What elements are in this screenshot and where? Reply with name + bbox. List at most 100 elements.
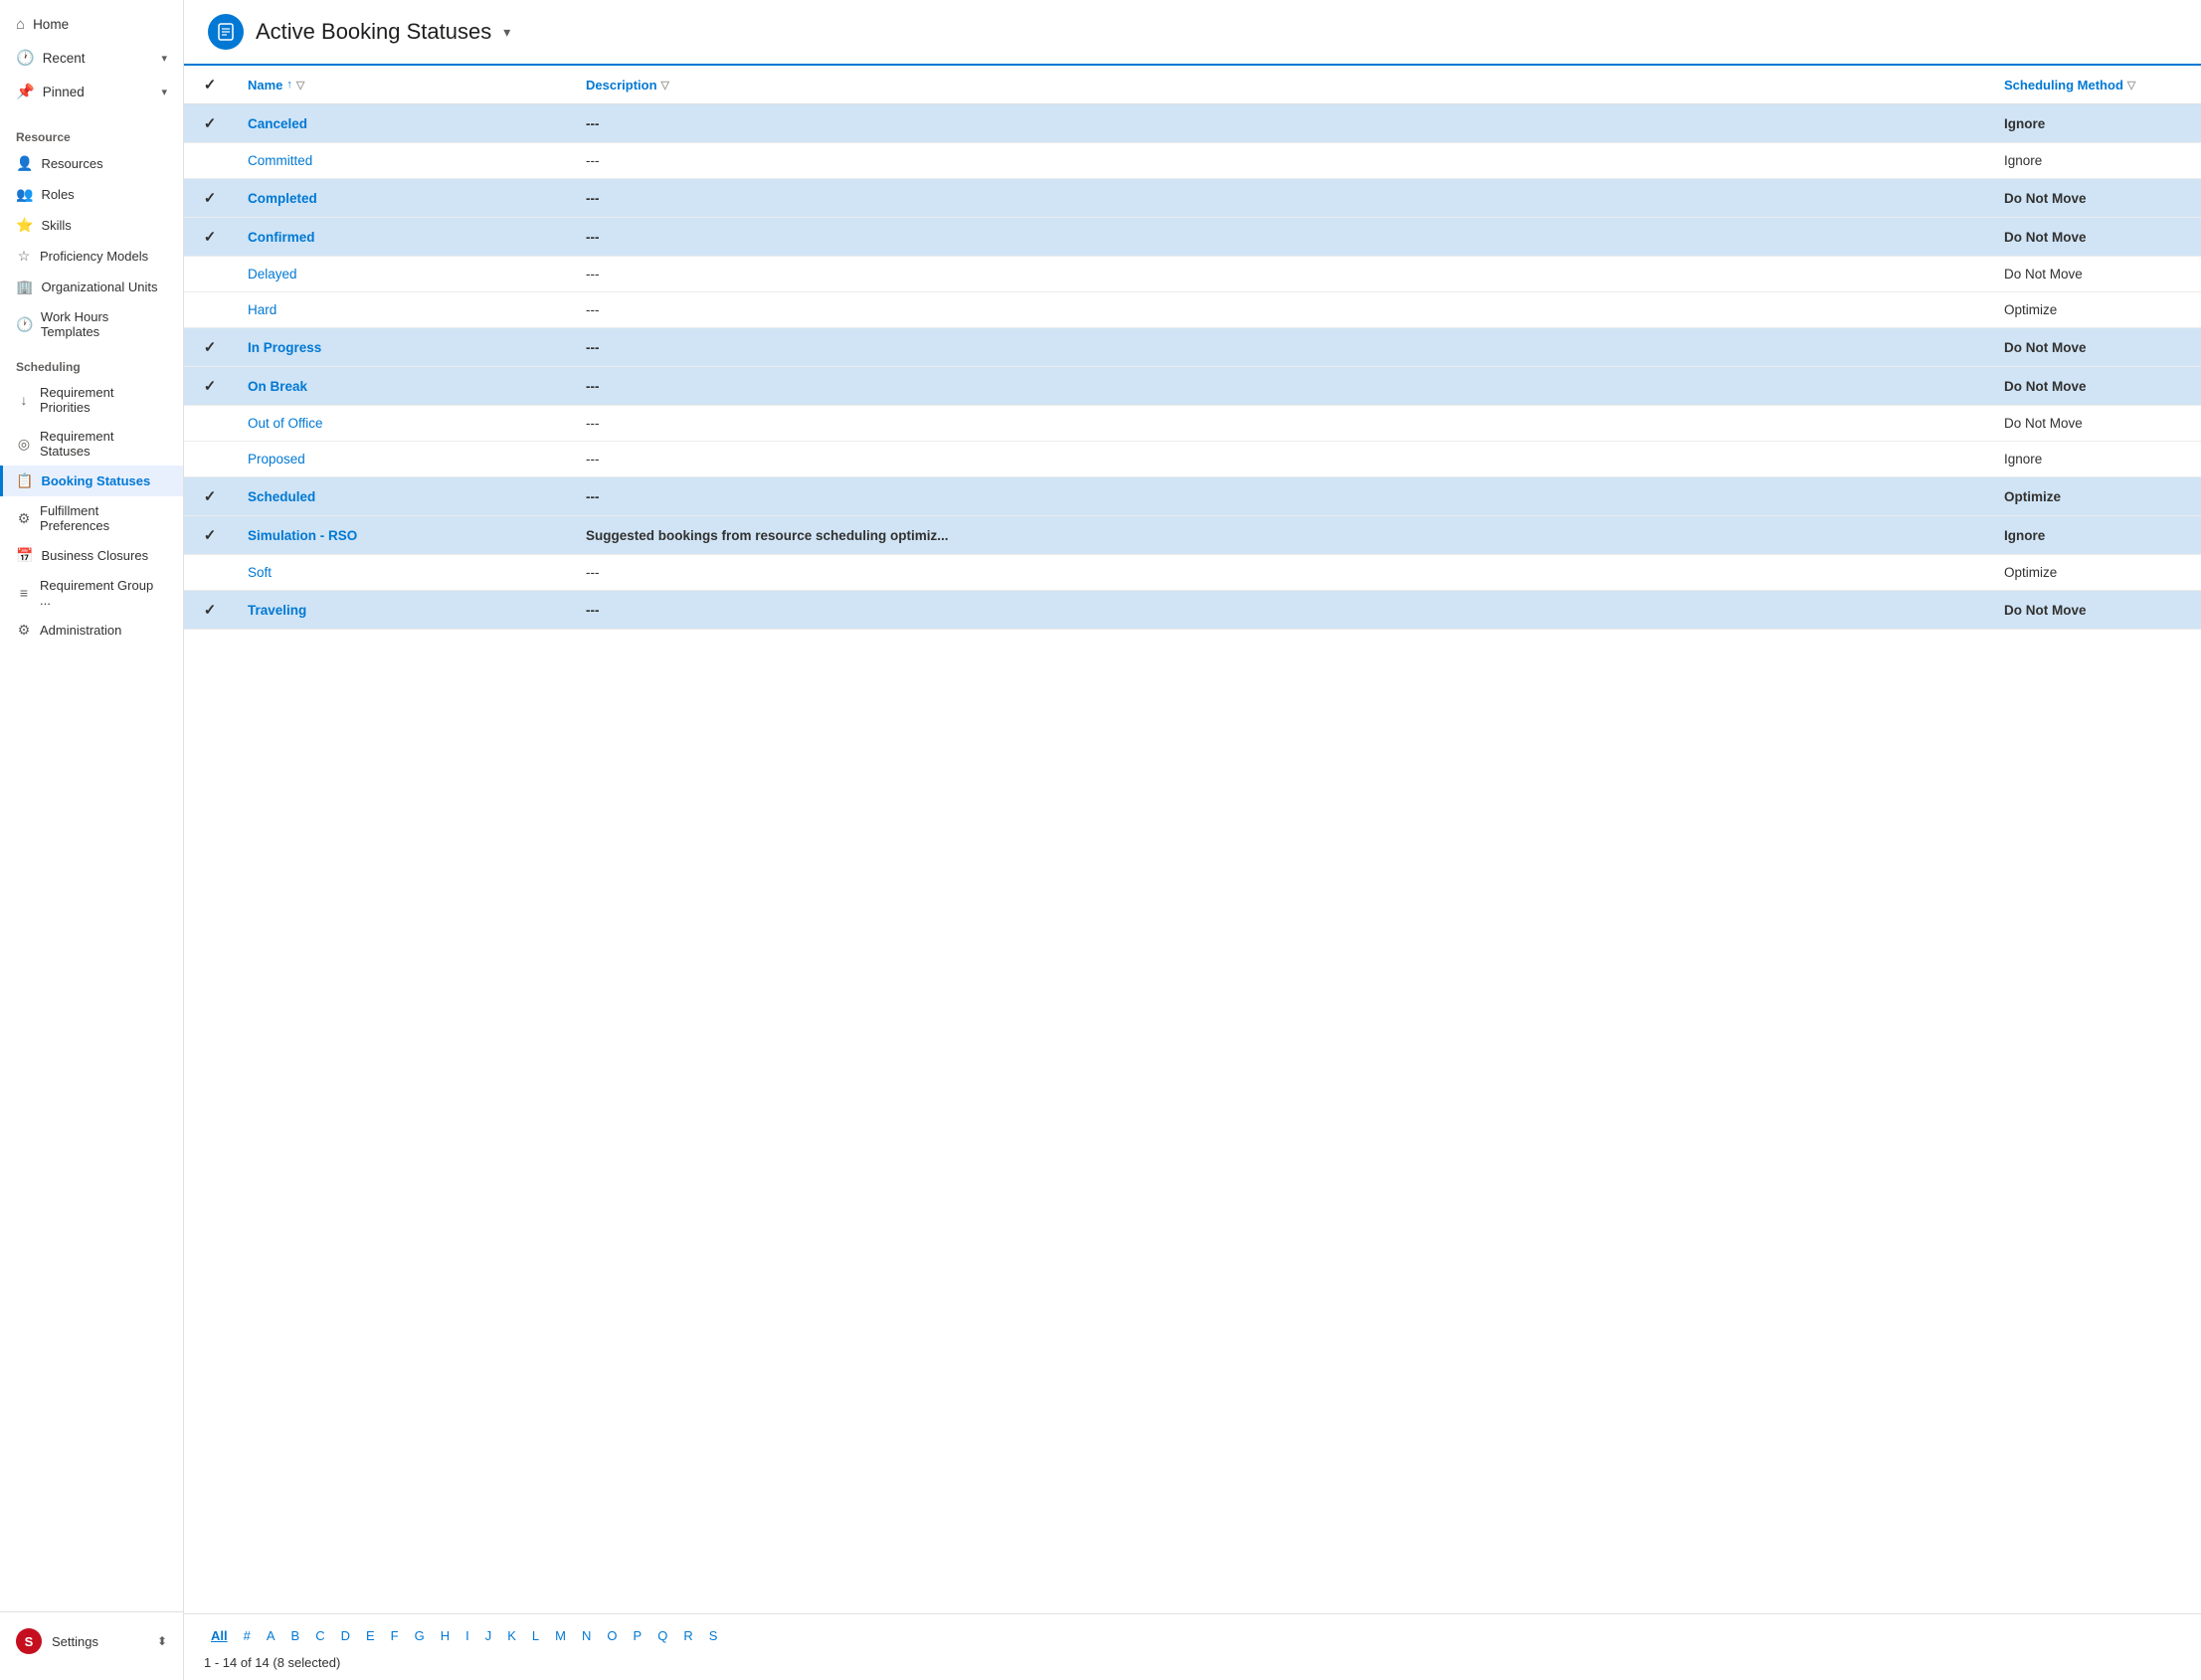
row-name-link[interactable]: In Progress bbox=[248, 340, 321, 355]
sidebar-item-requirement-group[interactable]: ≡ Requirement Group ... bbox=[0, 571, 183, 615]
alpha-item-a[interactable]: A bbox=[260, 1624, 282, 1647]
alpha-item-l[interactable]: L bbox=[525, 1624, 546, 1647]
sidebar-item-work-hours-templates[interactable]: 🕐 Work Hours Templates bbox=[0, 302, 183, 346]
alpha-item-c[interactable]: C bbox=[308, 1624, 331, 1647]
sidebar-item-administration[interactable]: ⚙ Administration bbox=[0, 615, 183, 646]
th-check[interactable]: ✓ bbox=[184, 66, 236, 104]
alpha-item-n[interactable]: N bbox=[575, 1624, 598, 1647]
alpha-item-g[interactable]: G bbox=[408, 1624, 432, 1647]
sidebar-item-skills[interactable]: ⭐ Skills bbox=[0, 210, 183, 241]
alpha-item-i[interactable]: I bbox=[459, 1624, 476, 1647]
alpha-item-p[interactable]: P bbox=[627, 1624, 649, 1647]
row-check-cell[interactable]: ✓ bbox=[184, 367, 236, 406]
row-name-link[interactable]: Committed bbox=[248, 153, 312, 168]
row-name-cell[interactable]: Canceled bbox=[236, 104, 574, 143]
row-name-link[interactable]: Scheduled bbox=[248, 489, 315, 504]
row-name-link[interactable]: Hard bbox=[248, 302, 276, 317]
row-name-cell[interactable]: Proposed bbox=[236, 442, 574, 477]
row-name-link[interactable]: On Break bbox=[248, 379, 307, 394]
row-check-cell[interactable]: ✓ bbox=[184, 591, 236, 630]
table-row[interactable]: ✓Traveling---Do Not Move bbox=[184, 591, 2201, 630]
row-name-cell[interactable]: Hard bbox=[236, 292, 574, 328]
sidebar-item-organizational-units[interactable]: 🏢 Organizational Units bbox=[0, 272, 183, 302]
row-name-link[interactable]: Canceled bbox=[248, 116, 307, 131]
sidebar-item-proficiency-models[interactable]: ☆ Proficiency Models bbox=[0, 241, 183, 272]
alpha-item-j[interactable]: J bbox=[478, 1624, 499, 1647]
table-row[interactable]: ✓Scheduled---Optimize bbox=[184, 477, 2201, 516]
alpha-item-h[interactable]: H bbox=[434, 1624, 457, 1647]
sidebar-item-roles[interactable]: 👥 Roles bbox=[0, 179, 183, 210]
alpha-item-e[interactable]: E bbox=[359, 1624, 382, 1647]
row-check-cell[interactable]: ✓ bbox=[184, 104, 236, 143]
sidebar-item-booking-statuses[interactable]: 📋 Booking Statuses bbox=[0, 466, 183, 496]
alpha-item-r[interactable]: R bbox=[676, 1624, 699, 1647]
sidebar-item-resources[interactable]: 👤 Resources bbox=[0, 148, 183, 179]
row-name-cell[interactable]: Committed bbox=[236, 143, 574, 179]
row-name-link[interactable]: Completed bbox=[248, 191, 317, 206]
row-name-link[interactable]: Soft bbox=[248, 565, 272, 580]
row-name-cell[interactable]: Scheduled bbox=[236, 477, 574, 516]
row-name-link[interactable]: Traveling bbox=[248, 603, 306, 618]
row-name-cell[interactable]: Out of Office bbox=[236, 406, 574, 442]
row-name-cell[interactable]: Simulation - RSO bbox=[236, 516, 574, 555]
row-check-cell[interactable]: ✓ bbox=[184, 516, 236, 555]
table-row[interactable]: Soft---Optimize bbox=[184, 555, 2201, 591]
scheduling-method-filter-icon[interactable]: ▽ bbox=[2127, 79, 2135, 92]
row-name-cell[interactable]: Traveling bbox=[236, 591, 574, 630]
th-name[interactable]: Name ↑ ▽ bbox=[236, 66, 574, 104]
page-title-dropdown-icon[interactable]: ▾ bbox=[503, 24, 510, 41]
alpha-item-q[interactable]: Q bbox=[650, 1624, 674, 1647]
row-check-cell[interactable]: ✓ bbox=[184, 328, 236, 367]
sidebar-item-requirement-statuses[interactable]: ◎ Requirement Statuses bbox=[0, 422, 183, 466]
row-check-cell[interactable] bbox=[184, 555, 236, 591]
th-description[interactable]: Description ▽ bbox=[574, 66, 1992, 104]
row-check-cell[interactable] bbox=[184, 143, 236, 179]
row-name-link[interactable]: Confirmed bbox=[248, 230, 315, 245]
sidebar-item-pinned[interactable]: 📌 Pinned ▾ bbox=[0, 75, 183, 108]
row-check-cell[interactable]: ✓ bbox=[184, 179, 236, 218]
table-row[interactable]: Hard---Optimize bbox=[184, 292, 2201, 328]
alpha-item-k[interactable]: K bbox=[500, 1624, 523, 1647]
row-check-cell[interactable]: ✓ bbox=[184, 218, 236, 257]
sidebar-item-home[interactable]: ⌂ Home bbox=[0, 8, 183, 41]
name-filter-icon[interactable]: ▽ bbox=[296, 79, 304, 92]
row-name-link[interactable]: Delayed bbox=[248, 267, 297, 281]
table-row[interactable]: Proposed---Ignore bbox=[184, 442, 2201, 477]
sidebar-item-requirement-priorities[interactable]: ↓ Requirement Priorities bbox=[0, 378, 183, 422]
row-name-link[interactable]: Simulation - RSO bbox=[248, 528, 357, 543]
row-name-link[interactable]: Proposed bbox=[248, 452, 305, 467]
table-row[interactable]: ✓Canceled---Ignore bbox=[184, 104, 2201, 143]
row-check-cell[interactable] bbox=[184, 292, 236, 328]
alpha-item-b[interactable]: B bbox=[284, 1624, 307, 1647]
table-row[interactable]: Out of Office---Do Not Move bbox=[184, 406, 2201, 442]
alpha-item-#[interactable]: # bbox=[237, 1624, 258, 1647]
table-row[interactable]: ✓Confirmed---Do Not Move bbox=[184, 218, 2201, 257]
description-filter-icon[interactable]: ▽ bbox=[661, 79, 669, 92]
row-name-link[interactable]: Out of Office bbox=[248, 416, 323, 431]
row-name-cell[interactable]: Confirmed bbox=[236, 218, 574, 257]
select-all-checkbox[interactable]: ✓ bbox=[204, 77, 217, 93]
row-name-cell[interactable]: Delayed bbox=[236, 257, 574, 292]
alpha-item-all[interactable]: All bbox=[204, 1624, 235, 1647]
row-check-cell[interactable] bbox=[184, 442, 236, 477]
settings-item[interactable]: S Settings ⬍ bbox=[0, 1620, 183, 1662]
sidebar-item-fulfillment-preferences[interactable]: ⚙ Fulfillment Preferences bbox=[0, 496, 183, 540]
alpha-item-f[interactable]: F bbox=[384, 1624, 406, 1647]
table-row[interactable]: ✓Completed---Do Not Move bbox=[184, 179, 2201, 218]
th-scheduling-method[interactable]: Scheduling Method ▽ bbox=[1992, 66, 2201, 104]
alpha-item-d[interactable]: D bbox=[334, 1624, 357, 1647]
row-name-cell[interactable]: On Break bbox=[236, 367, 574, 406]
alpha-item-s[interactable]: S bbox=[702, 1624, 725, 1647]
sidebar-item-recent[interactable]: 🕐 Recent ▾ bbox=[0, 41, 183, 75]
sort-asc-icon[interactable]: ↑ bbox=[286, 79, 292, 91]
table-row[interactable]: ✓On Break---Do Not Move bbox=[184, 367, 2201, 406]
sidebar-item-business-closures[interactable]: 📅 Business Closures bbox=[0, 540, 183, 571]
row-check-cell[interactable]: ✓ bbox=[184, 477, 236, 516]
table-row[interactable]: Committed---Ignore bbox=[184, 143, 2201, 179]
table-row[interactable]: ✓In Progress---Do Not Move bbox=[184, 328, 2201, 367]
table-row[interactable]: ✓Simulation - RSOSuggested bookings from… bbox=[184, 516, 2201, 555]
table-row[interactable]: Delayed---Do Not Move bbox=[184, 257, 2201, 292]
row-check-cell[interactable] bbox=[184, 406, 236, 442]
row-name-cell[interactable]: Completed bbox=[236, 179, 574, 218]
row-name-cell[interactable]: In Progress bbox=[236, 328, 574, 367]
